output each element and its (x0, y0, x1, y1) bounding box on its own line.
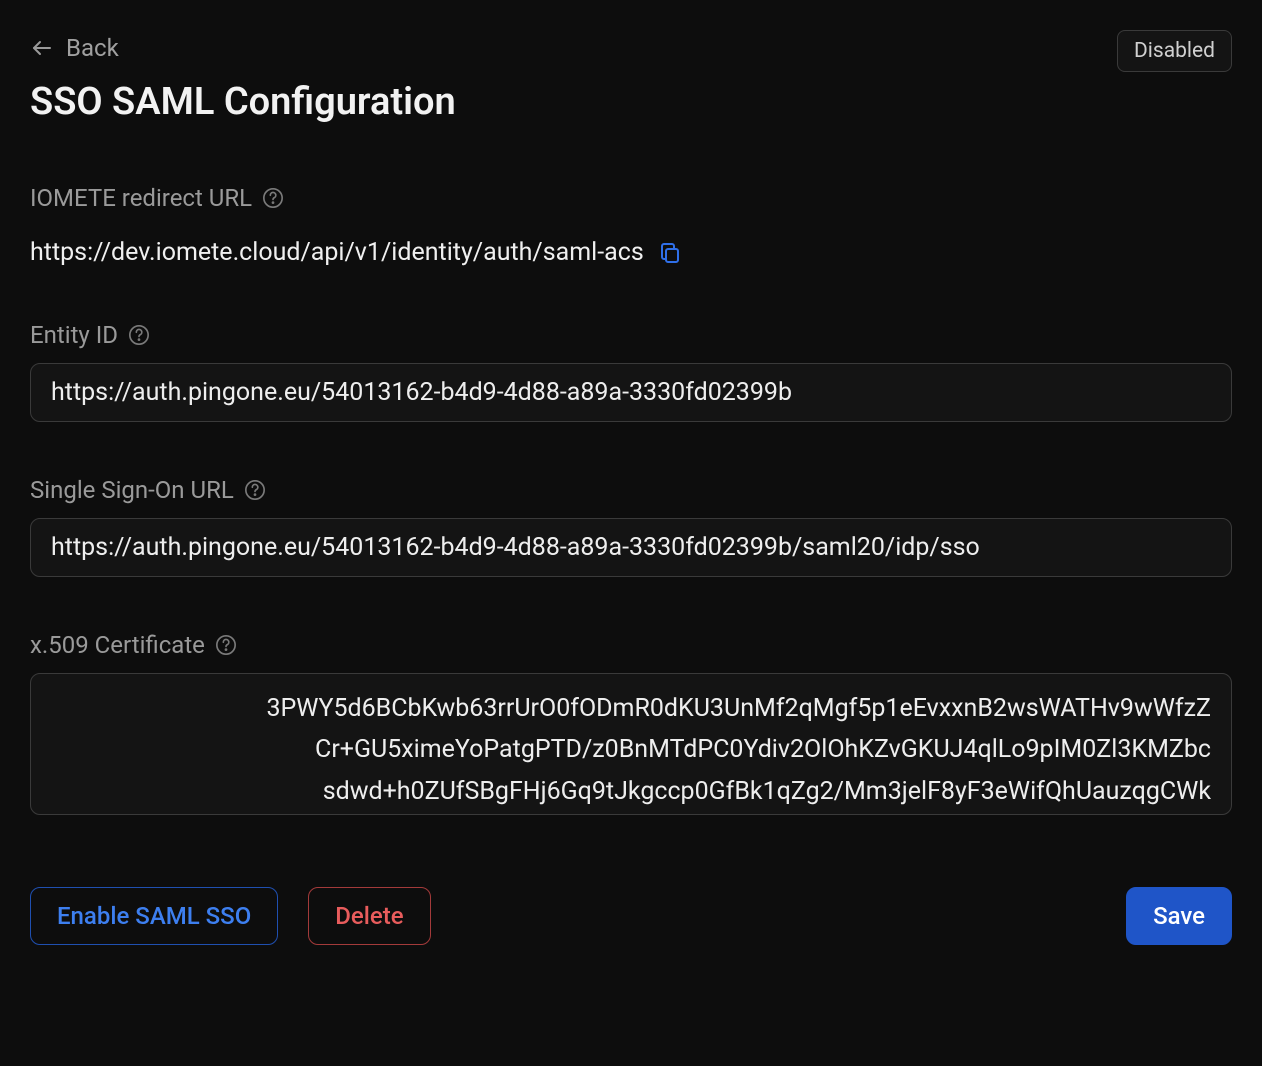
certificate-section: x.509 Certificate (30, 631, 1232, 819)
certificate-input[interactable] (30, 673, 1232, 815)
page-title: SSO SAML Configuration (30, 80, 1232, 124)
entity-id-section: Entity ID (30, 321, 1232, 422)
delete-button[interactable]: Delete (308, 887, 430, 945)
arrow-left-icon (30, 36, 54, 60)
back-label: Back (66, 34, 119, 62)
entity-id-input[interactable] (30, 363, 1232, 422)
sso-url-input[interactable] (30, 518, 1232, 577)
copy-icon[interactable] (658, 241, 682, 265)
help-icon[interactable] (244, 479, 266, 501)
actions-row: Enable SAML SSO Delete Save (30, 887, 1232, 945)
back-link[interactable]: Back (30, 30, 119, 68)
redirect-url-label: IOMETE redirect URL (30, 184, 252, 212)
enable-saml-sso-button[interactable]: Enable SAML SSO (30, 887, 278, 945)
certificate-label: x.509 Certificate (30, 631, 205, 659)
sso-url-label: Single Sign-On URL (30, 476, 234, 504)
redirect-url-value: https://dev.iomete.cloud/api/v1/identity… (30, 238, 644, 267)
status-badge: Disabled (1117, 30, 1232, 72)
sso-url-section: Single Sign-On URL (30, 476, 1232, 577)
help-icon[interactable] (128, 324, 150, 346)
save-button[interactable]: Save (1126, 887, 1232, 945)
entity-id-label: Entity ID (30, 321, 118, 349)
help-icon[interactable] (262, 187, 284, 209)
redirect-url-section: IOMETE redirect URL https://dev.iomete.c… (30, 184, 1232, 267)
help-icon[interactable] (215, 634, 237, 656)
